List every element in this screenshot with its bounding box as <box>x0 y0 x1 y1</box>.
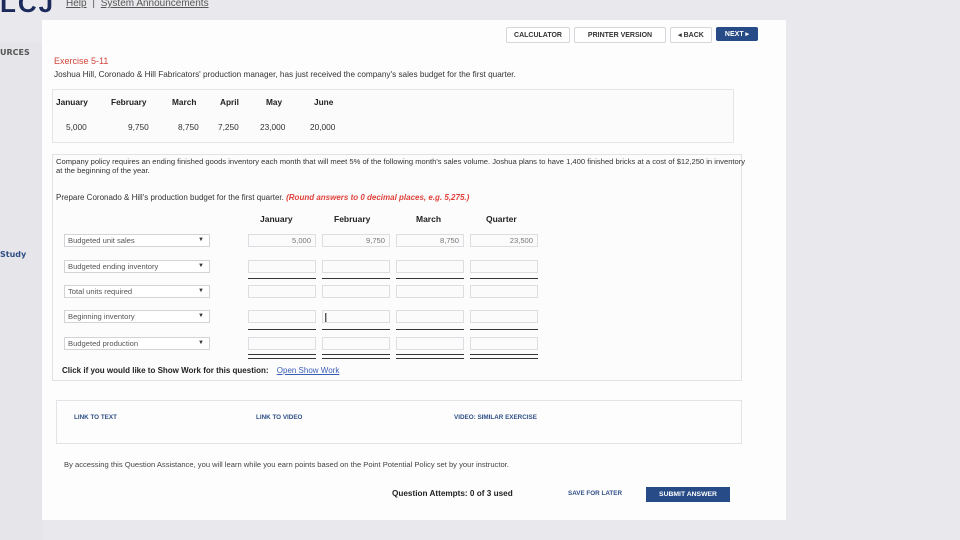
text-cursor-icon: I <box>324 311 328 325</box>
sidebar-study-label[interactable]: Study <box>0 250 26 259</box>
ending-inventory-input[interactable] <box>396 260 464 273</box>
rounding-note: (Round answers to 0 decimal places, e.g.… <box>286 193 470 202</box>
budget-cell: 8,750 <box>396 234 464 247</box>
similar-exercise-video-button[interactable]: VIDEO: SIMILAR EXERCISE <box>454 414 537 421</box>
beginning-inventory-input[interactable] <box>248 310 316 323</box>
show-work-prompt: Click if you would like to Show Work for… <box>62 366 339 375</box>
dropdown-arrow-icon: ▼ <box>198 263 204 269</box>
sum-underline <box>248 329 316 330</box>
month-header: March <box>172 97 197 107</box>
row-label: Total units required <box>68 287 133 296</box>
budget-column-header: March <box>416 214 442 224</box>
dropdown-arrow-icon: ▼ <box>198 340 204 346</box>
budget-cell: 5,000 <box>248 234 316 247</box>
top-bar: LCJ Help | System Announcements <box>0 0 960 18</box>
budgeted-production-input[interactable] <box>248 337 316 350</box>
prepare-text: Prepare Coronado & Hill's production bud… <box>56 193 284 202</box>
help-link[interactable]: Help <box>66 0 87 9</box>
sidebar-resources-label[interactable]: URCES <box>0 48 30 57</box>
sum-underline <box>322 278 390 279</box>
show-work-text: Click if you would like to Show Work for… <box>62 366 269 375</box>
month-header: April <box>220 97 239 107</box>
sum-underline <box>322 329 390 330</box>
ending-inventory-input[interactable] <box>470 260 538 273</box>
policy-text: Company policy requires an ending finish… <box>56 157 746 175</box>
budgeted-production-input[interactable] <box>396 337 464 350</box>
back-button[interactable]: ◂ BACK <box>670 27 712 43</box>
calculator-button[interactable]: CALCULATOR <box>506 27 570 43</box>
row-label-select[interactable]: Beginning inventory ▼ <box>64 310 210 323</box>
month-sales-value: 9,750 <box>128 122 149 132</box>
month-sales-value: 23,000 <box>260 122 286 132</box>
row-label-select[interactable]: Budgeted ending inventory ▼ <box>64 260 210 273</box>
total-units-input[interactable] <box>322 285 390 298</box>
ending-inventory-input[interactable] <box>248 260 316 273</box>
total-units-input[interactable] <box>396 285 464 298</box>
budget-cell: 9,750 <box>322 234 390 247</box>
open-show-work-link[interactable]: Open Show Work <box>277 366 340 375</box>
month-header: June <box>314 97 334 107</box>
exercise-title: Exercise 5-11 <box>54 56 109 66</box>
total-double-underline <box>248 354 316 359</box>
sum-underline <box>396 329 464 330</box>
link-to-text-button[interactable]: LINK TO TEXT <box>74 414 117 421</box>
budget-cell: 23,500 <box>470 234 538 247</box>
save-for-later-button[interactable]: SAVE FOR LATER <box>568 490 622 497</box>
row-label: Budgeted ending inventory <box>68 262 159 271</box>
month-header: January <box>56 97 88 107</box>
exercise-intro: Joshua Hill, Coronado & Hill Fabricators… <box>54 70 516 79</box>
link-separator: | <box>92 0 95 9</box>
row-label-select[interactable]: Total units required ▼ <box>64 285 210 298</box>
total-double-underline <box>396 354 464 359</box>
printer-version-button[interactable]: PRINTER VERSION <box>574 27 666 43</box>
month-sales-value: 5,000 <box>66 122 87 132</box>
sum-underline <box>470 329 538 330</box>
row-label: Budgeted unit sales <box>68 236 135 245</box>
question-attempts: Question Attempts: 0 of 3 used <box>392 489 513 498</box>
total-double-underline <box>470 354 538 359</box>
budgeted-production-input[interactable] <box>322 337 390 350</box>
system-announcements-link[interactable]: System Announcements <box>101 0 209 9</box>
ending-inventory-input[interactable] <box>322 260 390 273</box>
row-label: Budgeted production <box>68 339 139 348</box>
month-sales-value: 8,750 <box>178 122 199 132</box>
dropdown-arrow-icon: ▼ <box>198 237 204 243</box>
budgeted-production-input[interactable] <box>470 337 538 350</box>
row-label-select[interactable]: Budgeted unit sales ▼ <box>64 234 210 247</box>
total-units-input[interactable] <box>248 285 316 298</box>
month-sales-value: 7,250 <box>218 122 239 132</box>
submit-answer-button[interactable]: SUBMIT ANSWER <box>646 487 730 502</box>
link-to-video-button[interactable]: LINK TO VIDEO <box>256 414 302 421</box>
total-units-input[interactable] <box>470 285 538 298</box>
dropdown-arrow-icon: ▼ <box>198 288 204 294</box>
sum-underline <box>396 278 464 279</box>
row-label-select[interactable]: Budgeted production ▼ <box>64 337 210 350</box>
budget-column-header: February <box>334 214 371 224</box>
dropdown-arrow-icon: ▼ <box>198 313 204 319</box>
prepare-instruction: Prepare Coronado & Hill's production bud… <box>56 193 469 202</box>
top-links: Help | System Announcements <box>66 0 209 9</box>
budget-column-header: January <box>260 214 293 224</box>
site-logo: LCJ <box>0 0 56 18</box>
sum-underline <box>248 278 316 279</box>
left-sidebar: URCES Study <box>0 42 42 540</box>
question-assistance-box <box>56 400 742 444</box>
budget-column-header: Quarter <box>486 214 517 224</box>
beginning-inventory-input[interactable] <box>396 310 464 323</box>
row-label: Beginning inventory <box>68 312 135 321</box>
sales-budget-box <box>52 89 734 143</box>
beginning-inventory-input[interactable] <box>470 310 538 323</box>
month-header: February <box>111 97 147 107</box>
assistance-note: By accessing this Question Assistance, y… <box>64 460 509 469</box>
next-button[interactable]: NEXT ▸ <box>716 27 758 41</box>
month-header: May <box>266 97 283 107</box>
month-sales-value: 20,000 <box>310 122 336 132</box>
total-double-underline <box>322 354 390 359</box>
beginning-inventory-input[interactable] <box>322 310 390 323</box>
sum-underline <box>470 278 538 279</box>
